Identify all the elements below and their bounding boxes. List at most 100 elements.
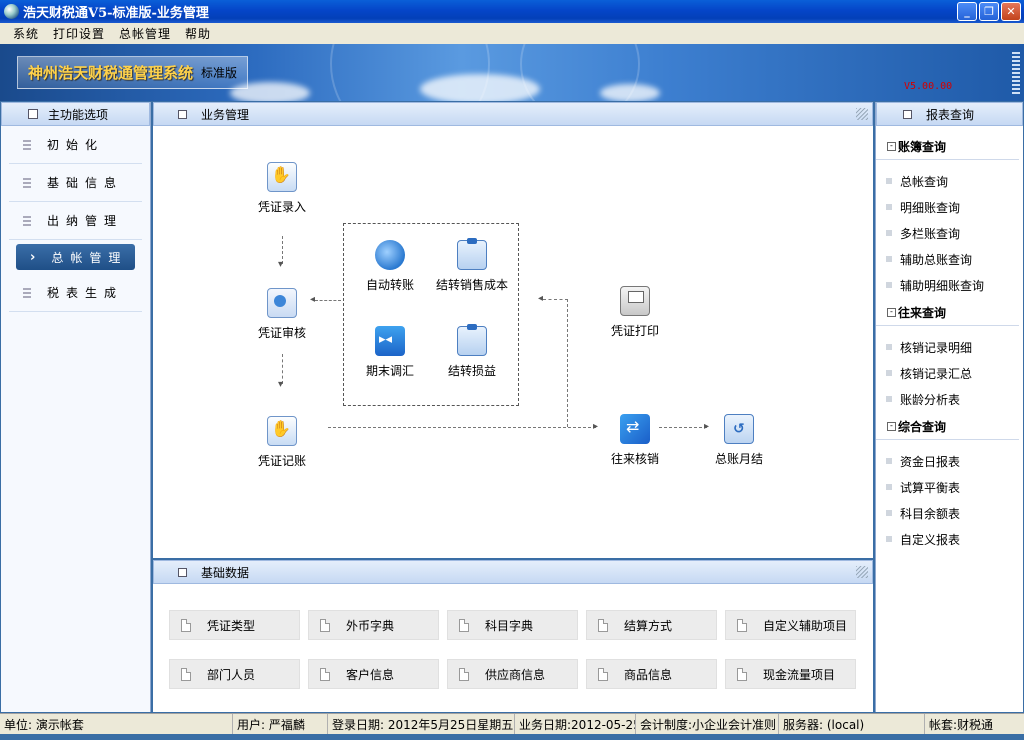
account-dictionary-button[interactable]: 科目字典 — [447, 610, 578, 640]
customer-info-button[interactable]: 客户信息 — [308, 659, 439, 689]
month-close-icon — [724, 414, 754, 444]
nav-item-init[interactable]: 初始化 — [9, 126, 142, 164]
document-icon — [320, 667, 330, 681]
group-title: 综合查询 — [898, 420, 947, 434]
bullet-icon — [886, 458, 892, 464]
report-link[interactable]: 试算平衡表 — [876, 474, 1023, 500]
ar-ap-query-group: - 往来查询 核销记录明细 核销记录汇总 账龄分析表 — [876, 300, 1023, 414]
report-query-header: 报表查询 — [876, 102, 1023, 126]
nav-item-label: 总帐管理 — [51, 250, 128, 265]
carry-sales-cost-node[interactable]: 结转销售成本 — [427, 238, 517, 293]
close-button[interactable]: ✕ — [1001, 2, 1021, 21]
collapse-icon[interactable]: - — [887, 308, 896, 317]
business-management-panel: 业务管理 ▾ ▾ ◂ ◂ ▸ ▸ 凭证录入 凭证审核 凭证记账 — [153, 102, 873, 558]
status-unit: 单位: 演示帐套 — [0, 714, 233, 734]
group-title: 往来查询 — [898, 306, 947, 320]
report-link[interactable]: 资金日报表 — [876, 448, 1023, 474]
nav-item-cashier[interactable]: 出纳管理 — [9, 202, 142, 240]
nav-item-tax-report[interactable]: 税表生成 — [9, 274, 142, 312]
voucher-audit-node[interactable]: 凭证审核 — [237, 288, 327, 341]
report-link[interactable]: 科目余额表 — [876, 500, 1023, 526]
panel-toggle-icon[interactable] — [903, 109, 912, 119]
window-title: 浩天财税通V5-标准版-业务管理 — [23, 6, 209, 21]
voucher-post-node[interactable]: 凭证记账 — [237, 416, 327, 469]
report-link[interactable]: 辅助总账查询 — [876, 246, 1023, 272]
supplier-info-button[interactable]: 供应商信息 — [447, 659, 578, 689]
group-header[interactable]: - 往来查询 — [876, 300, 1019, 326]
collapse-icon[interactable]: - — [887, 422, 896, 431]
period-fx-node[interactable]: 期末调汇 — [345, 326, 435, 379]
main-function-panel: 主功能选项 初始化 基础信息 出纳管理 › 总帐管理 税表生成 — [1, 102, 151, 712]
panel-toggle-icon[interactable] — [178, 109, 187, 119]
carry-sales-cost-icon — [457, 238, 487, 270]
version-label: V5.00.00 — [904, 81, 953, 92]
department-staff-button[interactable]: 部门人员 — [169, 659, 300, 689]
panel-title: 报表查询 — [926, 107, 975, 122]
product-info-button[interactable]: 商品信息 — [586, 659, 717, 689]
report-link[interactable]: 核销记录汇总 — [876, 360, 1023, 386]
nav-item-label: 基础信息 — [47, 176, 124, 190]
bullet-icon — [886, 178, 892, 184]
report-link[interactable]: 辅助明细账查询 — [876, 272, 1023, 298]
bullet-icon — [886, 256, 892, 262]
menu-print-settings[interactable]: 打印设置 — [46, 25, 112, 42]
report-link-label: 自定义报表 — [900, 532, 961, 547]
auto-transfer-node[interactable]: 自动转账 — [345, 240, 435, 293]
button-label: 外币字典 — [346, 618, 395, 633]
button-label: 科目字典 — [485, 618, 534, 633]
node-label: 自动转账 — [365, 278, 414, 292]
custom-auxiliary-button[interactable]: 自定义辅助项目 — [725, 610, 856, 640]
restore-button[interactable]: ❐ — [979, 2, 999, 21]
arrow-left-icon: ◂ — [538, 293, 544, 304]
menu-bar: 系统 打印设置 总帐管理 帮助 — [0, 23, 1024, 44]
ar-ap-writeoff-node[interactable]: 往来核销 — [590, 414, 680, 467]
system-name: 神州浩天财税通管理系统 — [28, 64, 194, 82]
group-header[interactable]: - 账簿查询 — [876, 134, 1019, 160]
business-management-header: 业务管理 — [153, 102, 873, 126]
nav-item-label: 初始化 — [47, 138, 105, 152]
voucher-audit-icon — [267, 288, 297, 318]
menu-help[interactable]: 帮助 — [178, 25, 218, 42]
report-link-label: 核销记录汇总 — [900, 366, 973, 381]
group-items: 总帐查询 明细账查询 多栏账查询 辅助总账查询 辅助明细账查询 — [876, 160, 1023, 300]
flow-connector — [567, 299, 568, 427]
panel-toggle-icon[interactable] — [178, 567, 187, 577]
chevron-right-icon: › — [30, 249, 36, 265]
menu-system[interactable]: 系统 — [6, 25, 46, 42]
node-label: 凭证打印 — [610, 324, 659, 338]
cash-flow-item-button[interactable]: 现金流量项目 — [725, 659, 856, 689]
report-link-label: 试算平衡表 — [900, 480, 961, 495]
button-label: 商品信息 — [624, 667, 673, 682]
nav-item-basic-info[interactable]: 基础信息 — [9, 164, 142, 202]
report-link[interactable]: 自定义报表 — [876, 526, 1023, 552]
panel-toggle-icon[interactable] — [28, 109, 38, 119]
bullet-icon — [886, 510, 892, 516]
collapse-icon[interactable]: - — [887, 142, 896, 151]
voucher-entry-node[interactable]: 凭证录入 — [237, 162, 327, 215]
button-label: 结算方式 — [624, 618, 673, 633]
gl-month-close-node[interactable]: 总账月结 — [694, 414, 784, 467]
panel-title: 基础数据 — [201, 565, 250, 580]
group-items: 资金日报表 试算平衡表 科目余额表 自定义报表 — [876, 440, 1023, 554]
voucher-print-node[interactable]: 凭证打印 — [590, 286, 680, 339]
report-link[interactable]: 账龄分析表 — [876, 386, 1023, 412]
settlement-method-button[interactable]: 结算方式 — [586, 610, 717, 640]
report-link[interactable]: 明细账查询 — [876, 194, 1023, 220]
banner: 神州浩天财税通管理系统 标准版 V5.00.00 — [0, 44, 1024, 101]
menu-general-ledger[interactable]: 总帐管理 — [112, 25, 178, 42]
report-link[interactable]: 多栏账查询 — [876, 220, 1023, 246]
group-items: 核销记录明细 核销记录汇总 账龄分析表 — [876, 326, 1023, 414]
report-link-label: 辅助总账查询 — [900, 252, 973, 267]
document-icon — [459, 618, 469, 632]
report-link[interactable]: 核销记录明细 — [876, 334, 1023, 360]
voucher-type-button[interactable]: 凭证类型 — [169, 610, 300, 640]
nav-item-general-ledger[interactable]: › 总帐管理 — [16, 244, 135, 270]
carry-profit-loss-node[interactable]: 结转损益 — [427, 324, 517, 379]
document-icon — [598, 667, 608, 681]
grip-icon — [23, 177, 31, 188]
group-header[interactable]: - 综合查询 — [876, 414, 1019, 440]
minimize-button[interactable]: _ — [957, 2, 977, 21]
report-link[interactable]: 总帐查询 — [876, 168, 1023, 194]
currency-dictionary-button[interactable]: 外币字典 — [308, 610, 439, 640]
button-label: 凭证类型 — [207, 618, 256, 633]
